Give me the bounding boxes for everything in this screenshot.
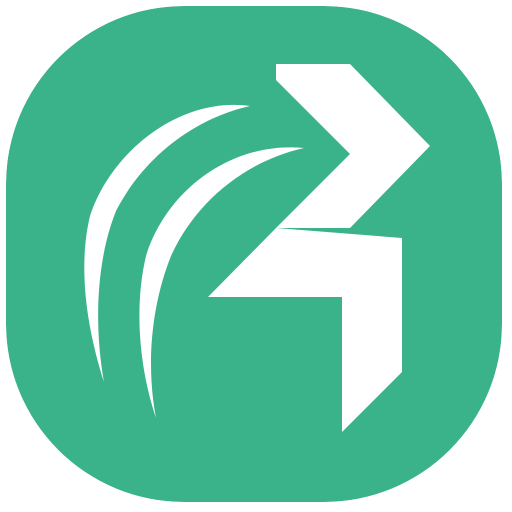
app-icon-graphic	[6, 6, 502, 502]
icon-canvas	[0, 0, 512, 512]
app-icon[interactable]	[6, 6, 502, 502]
